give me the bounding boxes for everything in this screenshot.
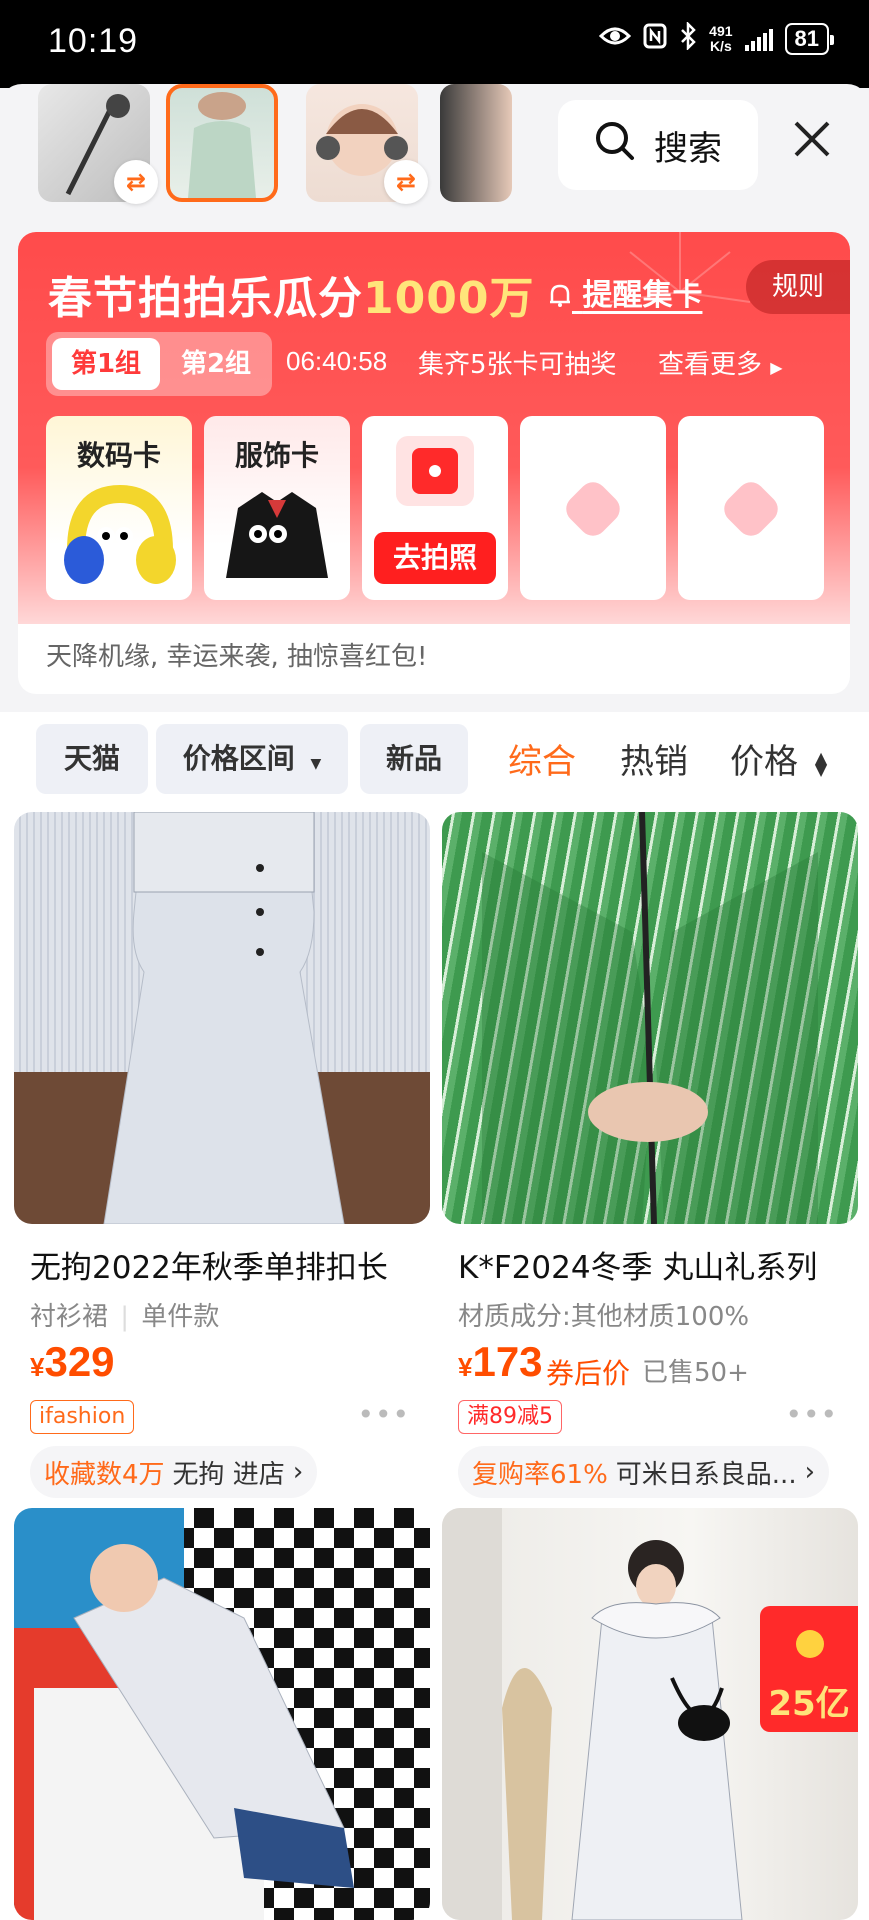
product-price: ¥173: [458, 1338, 543, 1385]
product-attributes: 材质成分:其他材质100%: [458, 1302, 750, 1332]
product-attributes: 衬衫裙 | 单件款: [30, 1302, 220, 1332]
card-placeholder-icon: [718, 476, 784, 542]
red-envelope-badge[interactable]: 25亿: [760, 1606, 858, 1732]
card-empty: [678, 416, 824, 600]
sort-hot[interactable]: 热销: [620, 734, 688, 783]
bell-icon: [548, 278, 582, 313]
more-options-icon[interactable]: •••: [785, 1398, 838, 1431]
filter-bar: 天猫 价格区间 ▼ 新品 综合 热销 价格 ▲ ▼: [0, 712, 869, 808]
card-label: 数码卡: [76, 439, 161, 472]
card-fashion[interactable]: 服饰卡: [204, 416, 350, 600]
tab-group-1[interactable]: 第1组: [52, 338, 160, 390]
product-price: ¥329: [30, 1338, 115, 1385]
status-time: 10:19: [48, 22, 139, 60]
caret-down-icon: ▼: [310, 756, 322, 772]
status-icons: 491 K/s 81: [599, 20, 835, 56]
card-empty: [520, 416, 666, 600]
filter-price-range[interactable]: 价格区间 ▼: [156, 724, 348, 794]
card-placeholder-icon: [560, 476, 626, 542]
more-options-icon[interactable]: •••: [357, 1398, 410, 1431]
remind-collect-button[interactable]: 提醒集卡: [548, 270, 702, 314]
product-card[interactable]: 无拘2022年秋季单排扣长 衬衫裙 | 单件款 ¥329 ifashion ••…: [14, 812, 430, 1512]
search-button[interactable]: 搜索: [558, 100, 758, 190]
filter-new[interactable]: 新品: [360, 724, 468, 794]
swap-icon[interactable]: ⇄: [114, 160, 158, 204]
chevron-right-icon: ›: [804, 1457, 815, 1487]
status-bar: 10:19 491 K/s 81: [0, 0, 869, 88]
card-label: 服饰卡: [234, 439, 319, 472]
net-speed: 491 K/s: [709, 23, 733, 54]
bluetooth-icon: [679, 20, 697, 56]
thumbnail-4[interactable]: [440, 84, 512, 202]
jacket-icon: [226, 492, 328, 578]
take-photo-button[interactable]: 去拍照: [374, 532, 496, 584]
filter-tmall[interactable]: 天猫: [36, 724, 148, 794]
eye-icon: [599, 25, 632, 53]
search-label: 搜索: [654, 128, 722, 169]
countdown-timer: 06:40:58: [286, 346, 388, 376]
rules-button[interactable]: 规则: [746, 260, 850, 314]
product-image[interactable]: [442, 812, 858, 1224]
search-icon: [594, 120, 636, 171]
headphones-icon: [64, 484, 176, 584]
product-image[interactable]: [14, 1508, 430, 1920]
battery-icon: 81: [784, 23, 835, 55]
signal-icon: [744, 27, 773, 51]
collect-hint: 集齐5张卡可抽奖: [418, 350, 617, 380]
sold-count: 已售50+: [642, 1358, 749, 1388]
sort-arrows-icon: ▲ ▼: [814, 747, 828, 779]
product-tag: ifashion: [30, 1400, 135, 1434]
product-tag: 满89减5: [458, 1400, 562, 1434]
product-card[interactable]: [14, 1508, 430, 1920]
close-icon[interactable]: [784, 114, 840, 170]
product-title: K*F2024冬季 丸山礼系列: [458, 1250, 818, 1286]
store-link[interactable]: 复购率61% 可米日系良品... ›: [458, 1446, 829, 1498]
image-search-header: ⇄ ⇄ 搜索: [0, 84, 869, 224]
nfc-icon: [643, 23, 667, 55]
product-grid: 无拘2022年秋季单排扣长 衬衫裙 | 单件款 ¥329 ifashion ••…: [0, 808, 869, 1920]
product-card[interactable]: K*F2024冬季 丸山礼系列 材质成分:其他材质100% ¥173 券后价 已…: [442, 812, 858, 1512]
product-image[interactable]: [14, 812, 430, 1224]
card-take-photo[interactable]: 去拍照: [362, 416, 508, 600]
sort-overall[interactable]: 综合: [508, 734, 576, 783]
chevron-right-icon: ›: [292, 1457, 304, 1487]
promo-banner: 春节拍拍乐瓜分1000万 提醒集卡 规则 第1组 第2组 06:40:58 集齐…: [18, 232, 850, 694]
store-link[interactable]: 收藏数4万 无拘 进店 ›: [30, 1446, 318, 1498]
camera-icon: [396, 436, 474, 506]
card-digital[interactable]: 数码卡: [46, 416, 192, 600]
sort-price[interactable]: 价格 ▲ ▼: [730, 734, 827, 783]
group-tabs: 第1组 第2组: [46, 332, 272, 396]
after-coupon-label: 券后价: [546, 1357, 631, 1390]
promo-title: 春节拍拍乐瓜分1000万: [48, 273, 535, 324]
promo-footer: 天降机缘, 幸运来袭, 抽惊喜红包!: [46, 642, 428, 672]
product-card[interactable]: 25亿: [442, 1508, 858, 1920]
product-title: 无拘2022年秋季单排扣长: [30, 1250, 388, 1286]
view-more-link[interactable]: 查看更多 ▶: [658, 344, 783, 381]
tab-group-2[interactable]: 第2组: [164, 338, 268, 390]
thumbnail-selected[interactable]: [166, 84, 278, 202]
chevron-right-icon: ▶: [770, 358, 783, 377]
swap-icon[interactable]: ⇄: [384, 160, 428, 204]
